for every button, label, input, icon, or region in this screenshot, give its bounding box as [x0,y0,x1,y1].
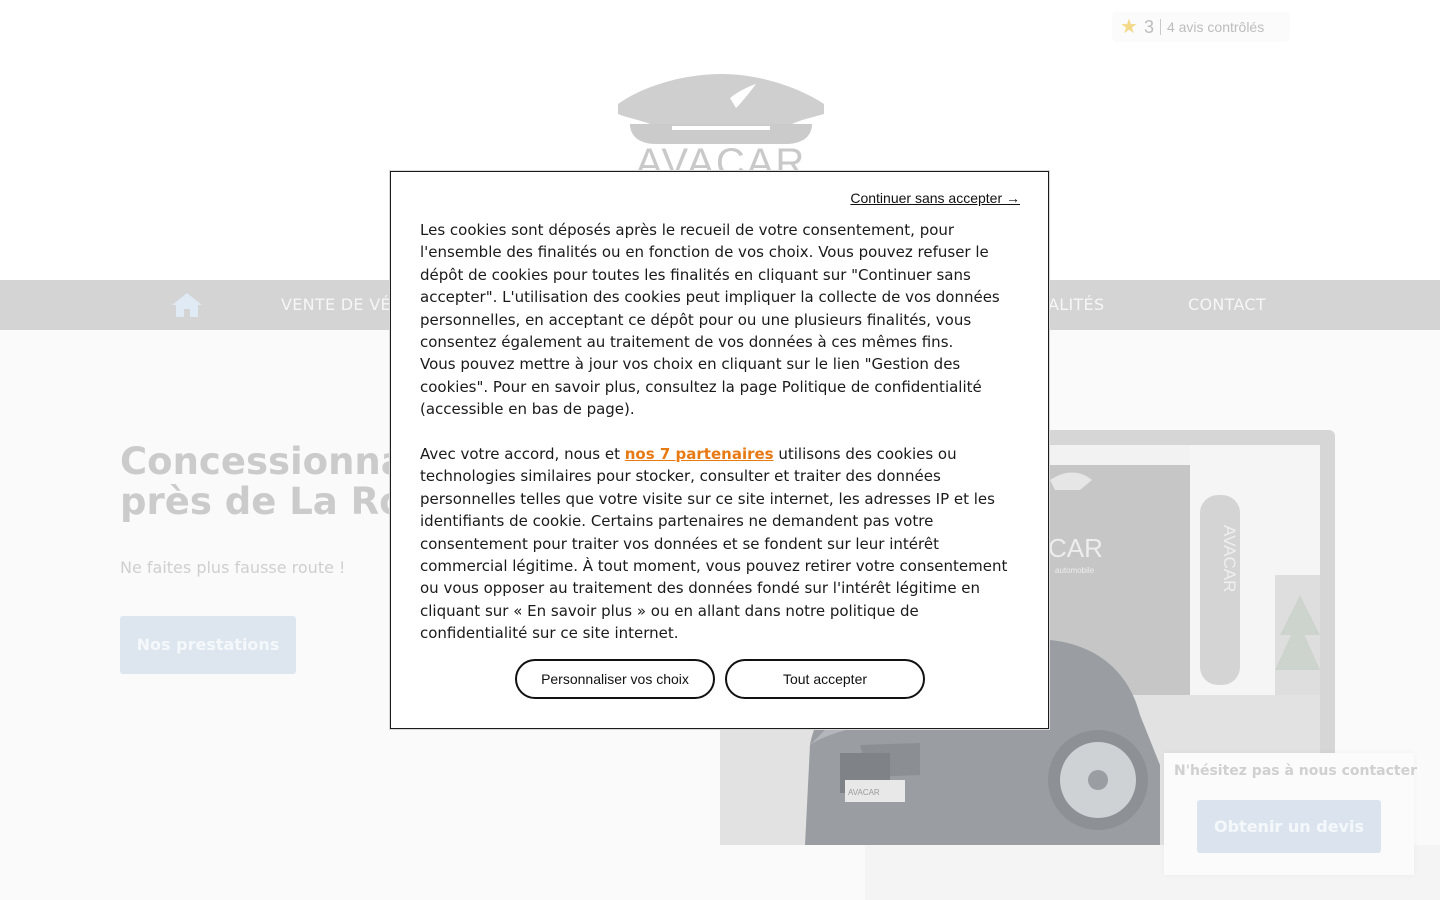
customize-choices-button[interactable]: Personnaliser vos choix [515,659,715,699]
review-rating-badge[interactable]: ★ 3 4 avis contrôlés [1112,12,1290,42]
cookie-paragraph-3-end: utilisons des cookies ou technologies si… [420,445,1008,643]
rating-divider [1159,19,1161,35]
hero-title-line1: Concessionna [120,440,406,483]
home-icon [172,293,202,317]
services-button[interactable]: Nos prestations [120,616,296,674]
accept-all-button[interactable]: Tout accepter [725,659,925,699]
showroom-sign-subtext: automobile [1055,566,1095,575]
showroom-banner-text: AVACAR [1220,525,1239,592]
license-plate-text: AVACAR [848,788,880,797]
cookie-consent-text: Les cookies sont déposés après le recuei… [420,219,1020,645]
cookie-paragraph-3: Avec votre accord, nous et nos 7 partena… [420,443,1020,645]
showroom-sign-text: CAR [1048,533,1103,563]
rating-review-count: 4 avis contrôlés [1166,19,1265,35]
cookie-paragraph-3-start: Avec votre accord, nous et [420,445,625,464]
rating-score: 3 [1143,16,1154,37]
cookie-paragraph-2: Vous pouvez mettre à jour vos choix en c… [420,355,982,419]
cookie-paragraph-1: Les cookies sont déposés après le recuei… [420,221,1000,352]
site-logo[interactable]: AVACAR [610,68,832,180]
nav-item-vente[interactable]: VENTE DE VÉ [281,280,391,330]
continue-without-accepting-link[interactable]: Continuer sans accepter → [850,190,1020,206]
contact-widget-title: N'hésitez pas à nous contacter [1174,763,1417,779]
cookie-consent-dialog: Continuer sans accepter → Les cookies so… [390,171,1049,729]
car-logo-icon: AVACAR [618,74,824,180]
hero-title-line2: près de La Ro [120,480,405,523]
hero-subtitle: Ne faites plus fausse route ! [120,558,346,577]
star-icon: ★ [1120,16,1138,38]
partners-link[interactable]: nos 7 partenaires [625,445,774,463]
nav-item-actualites[interactable]: ALITÉS [1048,280,1104,330]
cookie-actions: Personnaliser vos choix Tout accepter [515,659,925,699]
nav-home-link[interactable] [170,291,204,319]
get-quote-button[interactable]: Obtenir un devis [1197,800,1381,853]
nav-item-contact[interactable]: CONTACT [1188,280,1266,330]
